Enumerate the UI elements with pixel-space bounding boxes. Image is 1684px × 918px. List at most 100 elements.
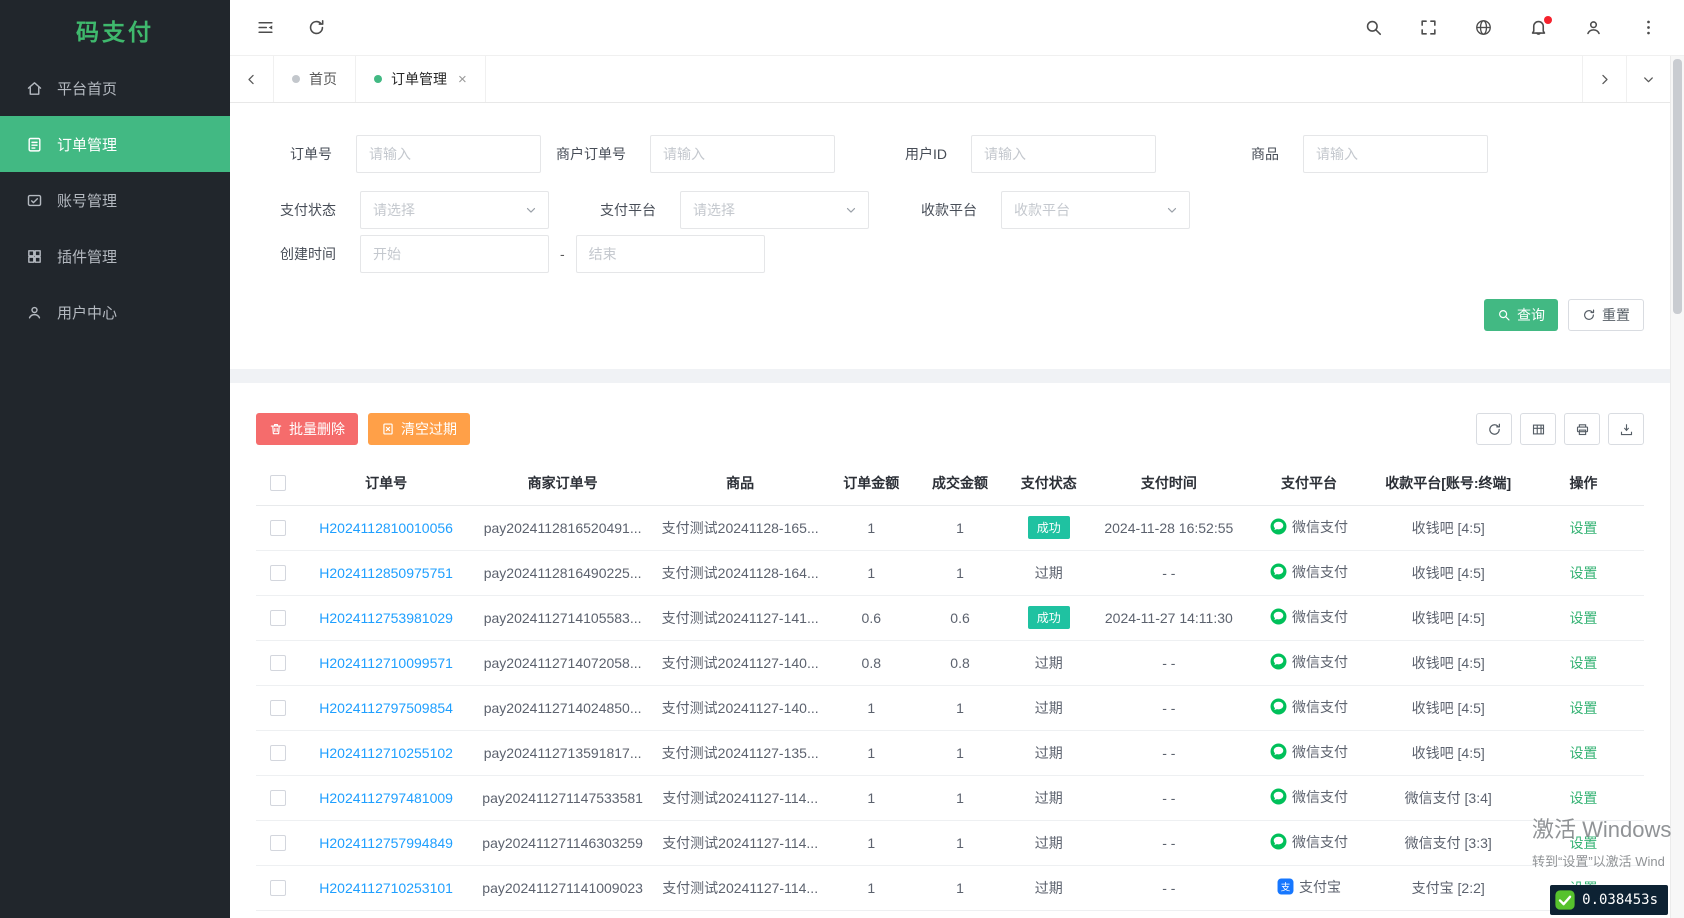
order-no-link[interactable]: H2024112710253101 bbox=[319, 880, 453, 896]
merchant-order-no-input[interactable] bbox=[650, 135, 835, 173]
refresh-table-button[interactable] bbox=[1476, 413, 1512, 445]
paid-amount: 1 bbox=[915, 730, 1005, 776]
product-name: 支付测试20241127-135... bbox=[653, 730, 827, 776]
user-icon[interactable] bbox=[1584, 18, 1603, 37]
table-row: H2024112797481009 pay202411271147533581 支付… bbox=[256, 775, 1644, 821]
clear-expired-icon bbox=[381, 422, 395, 436]
pay-platform: 微信支付 bbox=[1270, 652, 1348, 672]
bell-icon[interactable] bbox=[1529, 16, 1552, 37]
chevron-down-icon bbox=[844, 203, 858, 217]
tab-close-icon[interactable]: × bbox=[458, 71, 467, 88]
scrollbar-thumb[interactable] bbox=[1673, 59, 1682, 314]
notification-dot bbox=[1544, 16, 1552, 24]
reset-button[interactable]: 重置 bbox=[1568, 299, 1644, 331]
pay-status-select[interactable]: 请选择 bbox=[360, 191, 549, 229]
tabs-scroll-right-button[interactable] bbox=[1582, 56, 1626, 102]
globe-icon[interactable] bbox=[1474, 18, 1493, 37]
row-checkbox[interactable] bbox=[270, 835, 287, 852]
fullscreen-icon[interactable] bbox=[1419, 18, 1438, 37]
tab-bar: 首页 订单管理 × bbox=[230, 56, 1670, 103]
paid-amount: 0.8 bbox=[915, 640, 1005, 686]
pay-platform-select[interactable]: 请选择 bbox=[680, 191, 869, 229]
sidebar-item-account-management[interactable]: 账号管理 bbox=[0, 172, 230, 228]
more-icon[interactable] bbox=[1639, 18, 1658, 37]
refresh-page-icon[interactable] bbox=[307, 18, 326, 37]
order-no-link[interactable]: H2024112797509854 bbox=[319, 700, 453, 716]
settings-link[interactable]: 设置 bbox=[1569, 520, 1597, 536]
order-no-link[interactable]: H2024112710255102 bbox=[319, 745, 453, 761]
export-button[interactable] bbox=[1608, 413, 1644, 445]
row-checkbox[interactable] bbox=[270, 745, 287, 762]
settings-link[interactable]: 设置 bbox=[1569, 745, 1597, 761]
order-no-link[interactable]: H2024112797481009 bbox=[319, 790, 453, 806]
settings-link[interactable]: 设置 bbox=[1569, 610, 1597, 626]
sidebar-item-user-center[interactable]: 用户中心 bbox=[0, 284, 230, 340]
batch-delete-button[interactable]: 批量删除 bbox=[256, 413, 358, 445]
pay-platform: 微信支付 bbox=[1270, 832, 1348, 852]
settings-link[interactable]: 设置 bbox=[1569, 790, 1597, 806]
search-icon[interactable] bbox=[1364, 18, 1383, 37]
collect-platform: 微信支付 [3:4] bbox=[1373, 775, 1523, 821]
user-id-input[interactable] bbox=[971, 135, 1156, 173]
table-row: H2024112757994849 pay202411271146303259 支付… bbox=[256, 820, 1644, 866]
product-input[interactable] bbox=[1303, 135, 1488, 173]
pay-platform-placeholder: 请选择 bbox=[693, 202, 735, 218]
order-amount: 1 bbox=[826, 550, 916, 596]
order-amount: 1 bbox=[826, 685, 916, 731]
order-table: 订单号 商家订单号 商品 订单金额 成交金额 支付状态 支付时间 支付平台 收款平台[账号:终端… bbox=[256, 461, 1644, 911]
table-row: H2024112710253101 pay202411271141009023 支付… bbox=[256, 865, 1644, 911]
order-no-link[interactable]: H2024112757994849 bbox=[319, 835, 453, 851]
create-time-label: 创建时间 bbox=[280, 246, 336, 262]
print-button[interactable] bbox=[1564, 413, 1600, 445]
collect-platform: 收钱吧 [4:5] bbox=[1373, 685, 1523, 731]
settings-link[interactable]: 设置 bbox=[1569, 565, 1597, 581]
collapse-sidebar-icon[interactable] bbox=[256, 18, 275, 37]
tab-home[interactable]: 首页 bbox=[274, 56, 356, 102]
pay-platform-label: 微信支付 bbox=[1292, 698, 1349, 715]
sidebar-item-plugin-management[interactable]: 插件管理 bbox=[0, 228, 230, 284]
search-button[interactable]: 查询 bbox=[1484, 299, 1558, 331]
collect-platform: 支付宝 [2:2] bbox=[1373, 865, 1523, 911]
row-checkbox[interactable] bbox=[270, 520, 287, 537]
columns-button[interactable] bbox=[1520, 413, 1556, 445]
order-no-link[interactable]: H2024112850975751 bbox=[319, 565, 453, 581]
table-toolbar: 批量删除 清空过期 bbox=[256, 413, 1644, 445]
topbar bbox=[230, 0, 1684, 56]
pay-platform-label: 微信支付 bbox=[1292, 518, 1349, 535]
row-checkbox[interactable] bbox=[270, 610, 287, 627]
select-all-checkbox[interactable] bbox=[270, 475, 287, 492]
row-checkbox[interactable] bbox=[270, 700, 287, 717]
columns-icon bbox=[1531, 422, 1546, 437]
column-header: 支付平台 bbox=[1244, 461, 1374, 506]
tabs-menu-button[interactable] bbox=[1626, 56, 1670, 102]
merchant-order-no: pay2024112816520491... bbox=[471, 505, 654, 551]
settings-link[interactable]: 设置 bbox=[1569, 835, 1597, 851]
end-date-input[interactable] bbox=[575, 235, 765, 273]
clear-expired-button[interactable]: 清空过期 bbox=[368, 413, 470, 445]
tab-label: 首页 bbox=[309, 71, 337, 87]
collect-platform-select[interactable]: 收款平台 bbox=[1001, 191, 1190, 229]
row-checkbox[interactable] bbox=[270, 880, 287, 897]
order-no-link[interactable]: H2024112753981029 bbox=[319, 610, 453, 626]
order-table-panel: 批量删除 清空过期 订单号 商家订单号 商品 订单金额 成交金额 支付状态 支付… bbox=[230, 383, 1670, 918]
order-no-input[interactable] bbox=[356, 135, 541, 173]
settings-link[interactable]: 设置 bbox=[1569, 655, 1597, 671]
filter-user-id: 用户ID bbox=[905, 135, 1156, 173]
filter-product: 商品 bbox=[1251, 135, 1488, 173]
tabs-scroll-left-button[interactable] bbox=[230, 56, 274, 102]
sidebar-item-order-management[interactable]: 订单管理 bbox=[0, 116, 230, 172]
order-no-link[interactable]: H2024112710099571 bbox=[319, 655, 453, 671]
row-checkbox[interactable] bbox=[270, 790, 287, 807]
sidebar-item-platform-home[interactable]: 平台首页 bbox=[0, 60, 230, 116]
start-date-input[interactable] bbox=[360, 235, 549, 273]
row-checkbox[interactable] bbox=[270, 565, 287, 582]
filter-pay-status: 支付状态 请选择 bbox=[280, 191, 549, 229]
trash-icon bbox=[269, 422, 283, 436]
paid-amount: 1 bbox=[915, 685, 1005, 731]
row-checkbox[interactable] bbox=[270, 655, 287, 672]
order-no-link[interactable]: H2024112810010056 bbox=[319, 520, 453, 536]
tab-order-management[interactable]: 订单管理 × bbox=[356, 56, 486, 102]
settings-link[interactable]: 设置 bbox=[1569, 700, 1597, 716]
svg-text:支: 支 bbox=[1281, 882, 1291, 894]
export-icon bbox=[1619, 422, 1634, 437]
